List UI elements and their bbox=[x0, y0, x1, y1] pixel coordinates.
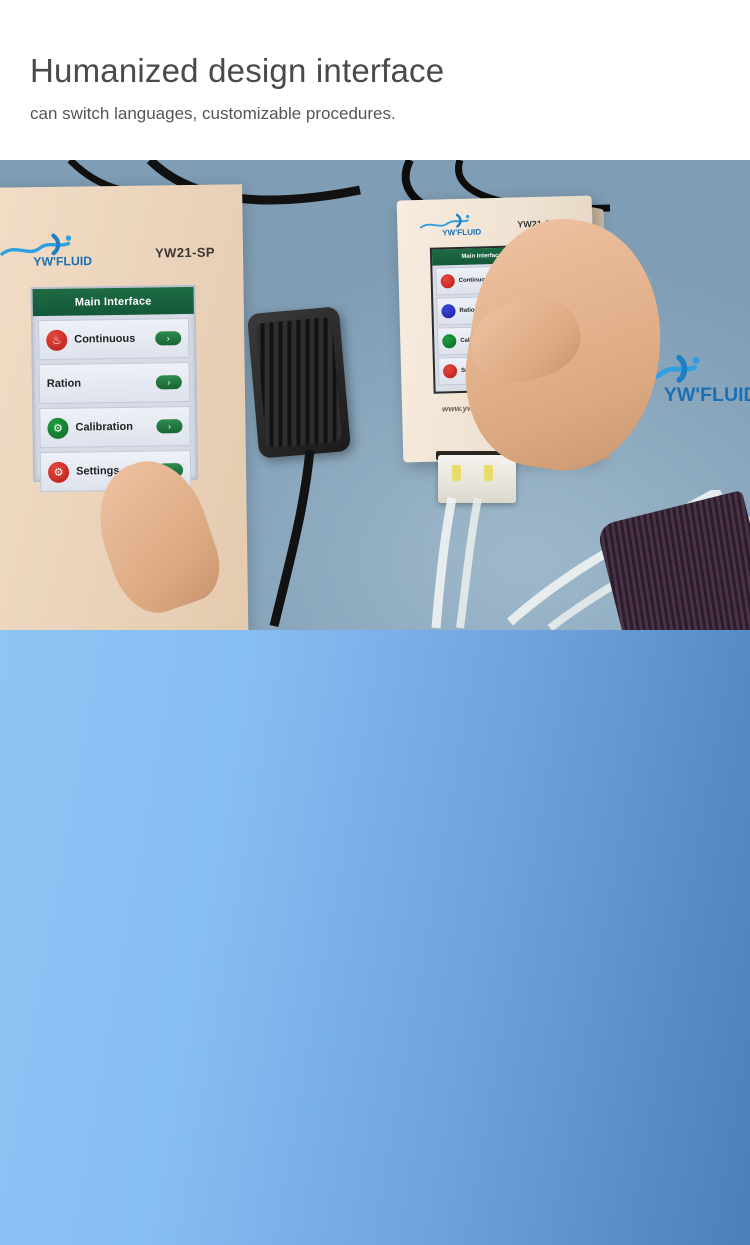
chevron-right-icon: › bbox=[156, 419, 183, 434]
menu-label: Calibration bbox=[75, 420, 133, 434]
device-left-model: YW21-SP bbox=[154, 244, 216, 261]
menu-label: Ration bbox=[46, 377, 82, 390]
gear-icon bbox=[442, 334, 457, 349]
adapter-cable-icon bbox=[269, 449, 315, 628]
chevron-right-icon: › bbox=[155, 375, 182, 390]
flame-icon bbox=[440, 274, 455, 289]
device-left-menu-item-ration[interactable]: ∱ Ration › bbox=[38, 361, 191, 405]
device-left-menu-item-continuous[interactable]: ♨ Continuous › bbox=[37, 317, 190, 361]
svg-text:YW'FLUID: YW'FLUID bbox=[33, 254, 92, 268]
gear-icon: ⚙ bbox=[47, 417, 69, 439]
device-left-screen: Main Interface ♨ Continuous › ∱ Ration ›… bbox=[30, 284, 199, 493]
page-header: Humanized design interface can switch la… bbox=[0, 0, 750, 160]
device-right-logo: YW'FLUID bbox=[419, 213, 481, 237]
tube-connector-icon bbox=[484, 465, 493, 481]
page-root: Humanized design interface can switch la… bbox=[0, 0, 750, 1245]
chevron-right-icon: › bbox=[155, 331, 182, 346]
page-title: Humanized design interface bbox=[30, 52, 445, 89]
menu-label: Continuous bbox=[74, 332, 136, 346]
device-left-menu-item-calibration[interactable]: ⚙ Calibration › bbox=[39, 405, 191, 449]
adjustable-speed-section: Adjustable Speed Continuous Speed Level … bbox=[0, 630, 750, 1245]
device-left-logo: YW'FLUID bbox=[0, 233, 92, 268]
svg-text:YW'FLUID: YW'FLUID bbox=[664, 384, 750, 406]
cog-icon bbox=[442, 364, 458, 379]
power-adapter bbox=[246, 306, 352, 459]
device-left-screen-title: Main Interface bbox=[32, 286, 194, 317]
device-left: YW'FLUID YW21-SP Main Interface ♨ Contin… bbox=[0, 184, 250, 630]
product-photo: YW'FLUID YW'FLUID YW21-SP Main Interface… bbox=[0, 160, 750, 630]
page-subtitle: can switch languages, customizable proce… bbox=[30, 104, 396, 123]
flame-icon: ♨ bbox=[46, 329, 68, 351]
adapter-fins bbox=[255, 316, 343, 449]
svg-text:YW'FLUID: YW'FLUID bbox=[442, 227, 481, 237]
tube-connector-icon bbox=[452, 465, 461, 481]
pump-icon bbox=[441, 304, 456, 319]
cog-icon: ⚙ bbox=[47, 461, 70, 483]
